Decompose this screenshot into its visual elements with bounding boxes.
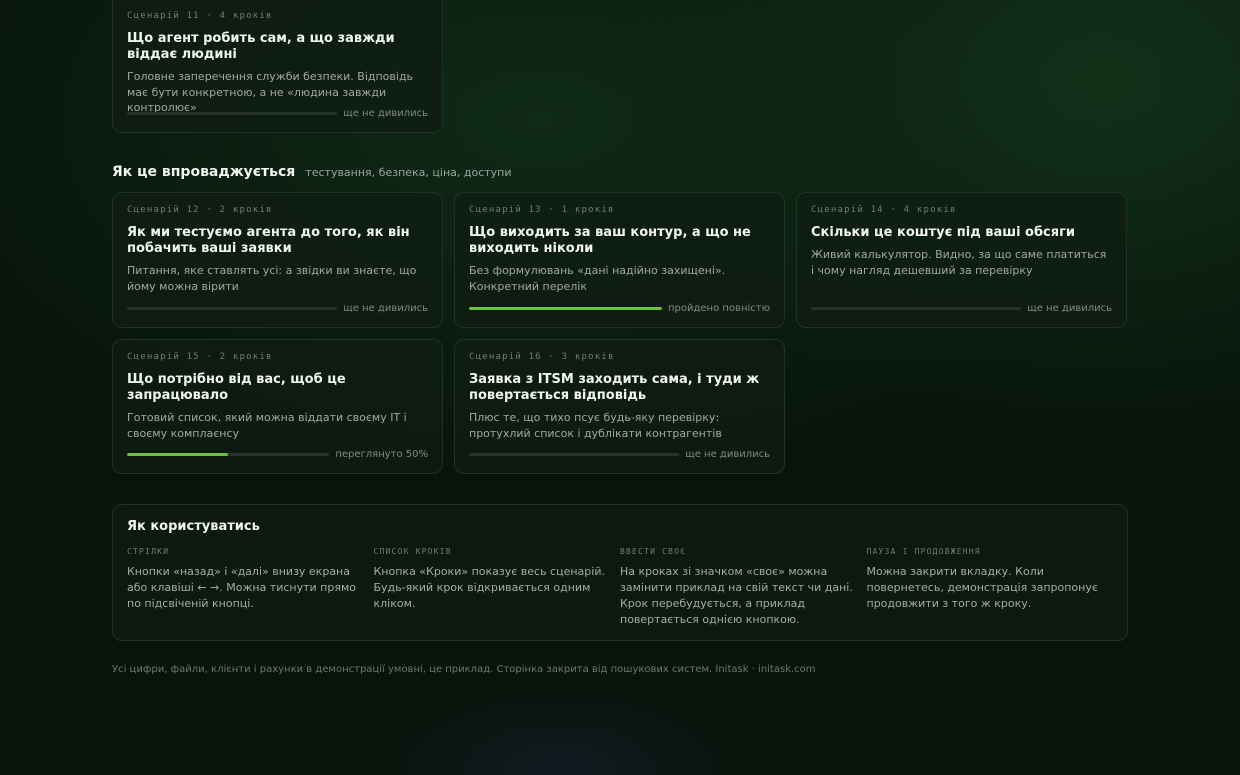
card-title: Як ми тестуємо агента до того, як він по… <box>127 225 410 256</box>
how-to-use-panel: Як користуватись Стрілки Кнопки «назад» … <box>112 504 1128 641</box>
section-subtitle: тестування, безпека, ціна, доступи <box>305 166 512 179</box>
section-heading: Як це впроваджується тестування, безпека… <box>112 164 512 180</box>
card-progress: ще не дивились <box>811 302 1112 314</box>
how-to-use-title: Як користуватись <box>127 519 260 534</box>
card-meta: Сценарій 14 · 4 кроків <box>811 205 957 215</box>
how-to-use-columns: Стрілки Кнопки «назад» і «далі» внизу ек… <box>127 547 1113 628</box>
how-to-label: Ввести своє <box>620 547 687 556</box>
progress-fill <box>469 306 662 310</box>
progress-status: пройдено повністю <box>667 302 770 314</box>
progress-track <box>127 452 330 456</box>
how-to-label: Список кроків <box>373 547 452 556</box>
progress-status: переглянуто 50% <box>335 448 428 460</box>
progress-track <box>127 306 338 310</box>
how-to-text: Кнопка «Кроки» показує весь сценарій. Бу… <box>373 565 605 610</box>
card-progress: ще не дивились <box>469 448 770 460</box>
card-title: Заявка з ITSM заходить сама, і туди ж по… <box>469 372 760 403</box>
progress-track <box>469 306 662 310</box>
card-meta: Сценарій 13 · 1 кроків <box>469 205 615 215</box>
progress-track <box>811 306 1022 310</box>
scenario-card-11[interactable]: Сценарій 11 · 4 кроків Що агент робить с… <box>112 0 443 133</box>
how-to-label: Пауза і продовження <box>866 547 981 556</box>
how-to-pause-resume: Пауза і продовження Можна закрити вкладк… <box>867 547 1114 628</box>
card-meta: Сценарій 11 · 4 кроків <box>127 11 273 21</box>
scenario-card-16[interactable]: Сценарій 16 · 3 кроків Заявка з ITSM зах… <box>454 339 785 474</box>
how-to-text: На кроках зі значком «своє» можна заміни… <box>620 565 853 626</box>
card-meta: Сценарій 15 · 2 кроків <box>127 352 273 362</box>
card-description: Живий калькулятор. Видно, за що саме пла… <box>811 248 1107 277</box>
card-title: Що агент робить сам, а що завжди віддає … <box>127 31 395 62</box>
progress-track <box>127 111 338 115</box>
card-description: Готовий список, який можна віддати своєм… <box>127 411 407 440</box>
card-progress: переглянуто 50% <box>127 448 428 460</box>
progress-status: ще не дивились <box>343 107 428 119</box>
card-description: Плюс те, що тихо псує будь-яку перевірку… <box>469 411 722 440</box>
scenario-card-14[interactable]: Сценарій 14 · 4 кроків Скільки це коштує… <box>796 192 1127 328</box>
card-meta: Сценарій 16 · 3 кроків <box>469 352 615 362</box>
how-to-text: Можна закрити вкладку. Коли повернетесь,… <box>866 565 1098 610</box>
how-to-custom-input: Ввести своє На кроках зі значком «своє» … <box>620 547 867 628</box>
how-to-label: Стрілки <box>127 547 170 556</box>
card-description: Без формулювань «дані надійно захищені».… <box>469 264 726 293</box>
card-progress: пройдено повністю <box>469 302 770 314</box>
scenario-card-12[interactable]: Сценарій 12 · 2 кроків Як ми тестуємо аг… <box>112 192 443 328</box>
how-to-arrows: Стрілки Кнопки «назад» і «далі» внизу ек… <box>127 547 374 628</box>
progress-status: ще не дивились <box>685 448 770 460</box>
how-to-steps-list: Список кроків Кнопка «Кроки» показує вес… <box>374 547 621 628</box>
progress-track <box>469 452 680 456</box>
card-title: Що виходить за ваш контур, а що не виход… <box>469 225 751 256</box>
card-progress: ще не дивились <box>127 107 428 119</box>
how-to-text: Кнопки «назад» і «далі» внизу екрана або… <box>127 565 356 610</box>
progress-status: ще не дивились <box>1027 302 1112 314</box>
progress-status: ще не дивились <box>343 302 428 314</box>
section-title: Як це впроваджується <box>112 164 296 180</box>
card-meta: Сценарій 12 · 2 кроків <box>127 205 273 215</box>
scenario-card-13[interactable]: Сценарій 13 · 1 кроків Що виходить за ва… <box>454 192 785 328</box>
card-title: Що потрібно від вас, щоб це запрацювало <box>127 372 346 403</box>
card-progress: ще не дивились <box>127 302 428 314</box>
card-title: Скільки це коштує під ваші обсяги <box>811 225 1076 240</box>
footer-disclaimer: Усі цифри, файли, клієнти і рахунки в де… <box>112 664 816 675</box>
progress-fill <box>127 452 229 456</box>
card-description: Питання, яке ставлять усі: а звідки ви з… <box>127 264 417 293</box>
scenario-card-15[interactable]: Сценарій 15 · 2 кроків Що потрібно від в… <box>112 339 443 474</box>
